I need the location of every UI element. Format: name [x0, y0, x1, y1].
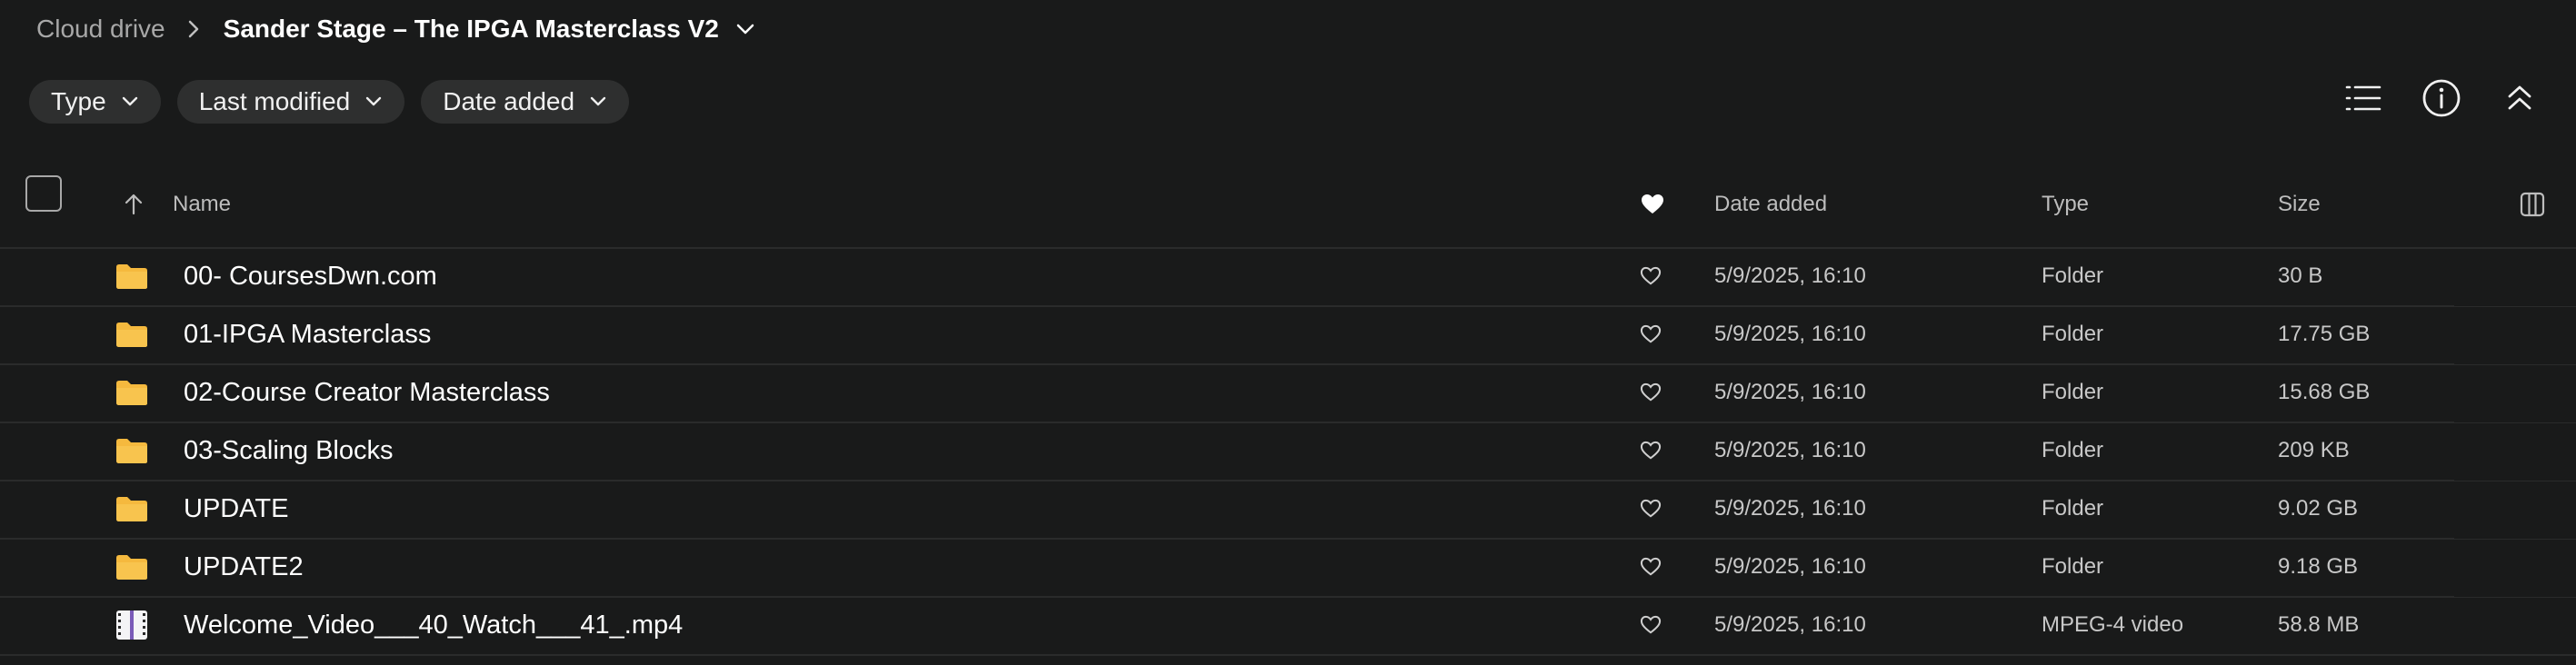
chevron-down-icon[interactable]: [735, 23, 755, 35]
row-date-added: 5/9/2025, 16:10: [1714, 322, 1866, 346]
folder-icon: [115, 247, 149, 305]
column-size-header[interactable]: Size: [2278, 162, 2321, 247]
row-date-added: 5/9/2025, 16:10: [1714, 438, 1866, 462]
favourites-heart-icon[interactable]: [1641, 162, 1664, 247]
row-name[interactable]: 02-Course Creator Masterclass: [184, 363, 550, 422]
favourite-heart-icon[interactable]: [1640, 596, 1662, 654]
row-date-added: 5/9/2025, 16:10: [1714, 380, 1866, 404]
row-size: 58.8 MB: [2278, 612, 2360, 637]
row-type: Folder: [2042, 380, 2104, 404]
chevron-right-icon: [187, 19, 200, 39]
type-filter-label: Type: [51, 87, 106, 115]
table-row[interactable]: Welcome_Video___40_Watch___41_.mp4 5/9/2…: [0, 596, 2576, 656]
row-date-added: 5/9/2025, 16:10: [1714, 263, 1866, 288]
chevron-down-icon: [364, 96, 383, 107]
date-added-filter-button[interactable]: Date added: [421, 80, 630, 124]
filter-bar: Type Last modified Date added: [29, 80, 630, 124]
column-type-header[interactable]: Type: [2042, 162, 2089, 247]
row-type: MPEG-4 video: [2042, 612, 2184, 637]
row-date-added: 5/9/2025, 16:10: [1714, 496, 1866, 521]
table-header: Name Date added Type Size: [0, 162, 2576, 249]
breadcrumb: Cloud drive Sander Stage – The IPGA Mast…: [36, 0, 755, 58]
row-type: Folder: [2042, 438, 2104, 462]
favourite-heart-icon[interactable]: [1640, 305, 1662, 363]
collapse-icon[interactable]: [2500, 78, 2540, 118]
type-filter-button[interactable]: Type: [29, 80, 161, 124]
folder-icon: [115, 480, 149, 538]
table-row[interactable]: UPDATE2 5/9/2025, 16:10 Folder 9.18 GB: [0, 538, 2576, 598]
row-type: Folder: [2042, 554, 2104, 579]
info-icon[interactable]: [2421, 78, 2461, 118]
favourite-heart-icon[interactable]: [1640, 247, 1662, 305]
date-added-filter-label: Date added: [443, 87, 575, 115]
folder-icon: [115, 363, 149, 422]
favourite-heart-icon[interactable]: [1640, 363, 1662, 422]
table-row[interactable]: UPDATE 5/9/2025, 16:10 Folder 9.02 GB: [0, 480, 2576, 540]
row-name[interactable]: UPDATE2: [184, 538, 304, 596]
row-size: 15.68 GB: [2278, 380, 2371, 404]
breadcrumb-current-folder[interactable]: Sander Stage – The IPGA Masterclass V2: [224, 15, 719, 44]
row-type: Folder: [2042, 322, 2104, 346]
folder-icon: [115, 538, 149, 596]
row-date-added: 5/9/2025, 16:10: [1714, 554, 1866, 579]
row-size: 17.75 GB: [2278, 322, 2371, 346]
video-file-icon: [115, 596, 149, 654]
column-settings-icon[interactable]: [2520, 162, 2545, 247]
row-name[interactable]: 03-Scaling Blocks: [184, 422, 394, 480]
row-name[interactable]: UPDATE: [184, 480, 288, 538]
row-size: 30 B: [2278, 263, 2323, 288]
folder-icon: [115, 305, 149, 363]
favourite-heart-icon[interactable]: [1640, 422, 1662, 480]
chevron-down-icon: [589, 96, 607, 107]
row-type: Folder: [2042, 263, 2104, 288]
favourite-heart-icon[interactable]: [1640, 538, 1662, 596]
sort-ascending-icon[interactable]: [124, 162, 144, 247]
row-size: 9.18 GB: [2278, 554, 2359, 579]
last-modified-filter-button[interactable]: Last modified: [176, 80, 405, 124]
table-row[interactable]: 01-IPGA Masterclass 5/9/2025, 16:10 Fold…: [0, 305, 2576, 365]
row-size: 9.02 GB: [2278, 496, 2359, 521]
table-row[interactable]: 02-Course Creator Masterclass 5/9/2025, …: [0, 363, 2576, 423]
last-modified-filter-label: Last modified: [198, 87, 351, 115]
table-row[interactable]: 03-Scaling Blocks 5/9/2025, 16:10 Folder…: [0, 422, 2576, 481]
select-all-checkbox[interactable]: [25, 175, 62, 212]
row-name[interactable]: 01-IPGA Masterclass: [184, 305, 431, 363]
column-name-header[interactable]: Name: [173, 162, 231, 247]
row-type: Folder: [2042, 496, 2104, 521]
view-tools: [2343, 78, 2540, 118]
column-date-added-header[interactable]: Date added: [1714, 162, 1827, 247]
row-name[interactable]: Welcome_Video___40_Watch___41_.mp4: [184, 596, 683, 654]
row-date-added: 5/9/2025, 16:10: [1714, 612, 1866, 637]
list-view-icon[interactable]: [2343, 78, 2383, 118]
chevron-down-icon: [121, 96, 139, 107]
favourite-heart-icon[interactable]: [1640, 480, 1662, 538]
row-size: 209 KB: [2278, 438, 2350, 462]
table-row[interactable]: 00- CoursesDwn.com 5/9/2025, 16:10 Folde…: [0, 247, 2576, 307]
breadcrumb-cloud-drive[interactable]: Cloud drive: [36, 15, 165, 44]
folder-icon: [115, 422, 149, 480]
row-name[interactable]: 00- CoursesDwn.com: [184, 247, 437, 305]
